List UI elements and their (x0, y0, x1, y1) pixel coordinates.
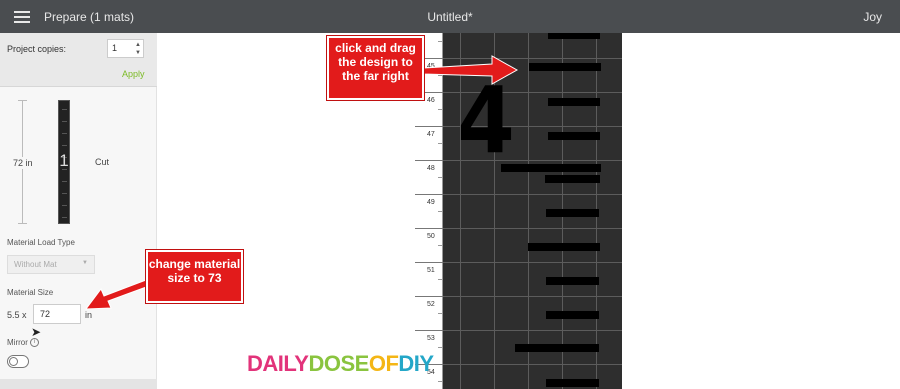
chevron-down-icon: ▼ (82, 260, 88, 266)
material-height-value: 72 (40, 309, 51, 319)
ruler-label: 49 (427, 199, 435, 206)
callout-drag-design: click and drag the design to the far rig… (327, 36, 424, 100)
mouse-cursor-icon: ➤ (31, 325, 42, 339)
load-type-select[interactable]: Without Mat ▼ (7, 255, 95, 274)
sidebar: Project copies: 1 ▲ ▼ Apply 72 in 1 Cut M… (0, 33, 157, 389)
copies-panel: Project copies: 1 ▲ ▼ Apply (0, 33, 157, 87)
load-type-value: Without Mat (14, 260, 57, 269)
toggle-knob (9, 357, 18, 366)
watermark-logo: DAILYDOSEOFDIY (247, 351, 434, 376)
info-icon[interactable]: i (29, 338, 39, 348)
ruler-label: 52 (427, 301, 435, 308)
apply-button[interactable]: Apply (122, 69, 145, 79)
copies-input[interactable]: 1 ▲ ▼ (107, 39, 144, 58)
cut-label: Cut (95, 157, 110, 167)
load-type-label: Material Load Type (7, 238, 75, 247)
top-bar: Prepare (1 mats) Untitled* Joy (0, 0, 900, 33)
copies-stepper-icon[interactable]: ▲ ▼ (135, 41, 141, 57)
user-name[interactable]: Joy (863, 10, 882, 24)
material-width: 5.5 x (7, 310, 27, 320)
copies-value: 1 (112, 43, 118, 53)
material-height-input[interactable]: 72 (33, 304, 81, 324)
ruler-label: 45 (427, 63, 435, 70)
mat-number: 1 (59, 151, 69, 170)
mat-length-label: 72 in (13, 157, 33, 169)
ruler-label: 48 (427, 165, 435, 172)
dimension-cap-bottom (18, 223, 27, 224)
ruler-label: 47 (427, 131, 435, 138)
ruler-label: 53 (427, 335, 435, 342)
document-title: Untitled* (427, 10, 473, 24)
material-unit: in (85, 310, 93, 320)
material-size-label: Material Size (7, 288, 54, 297)
mirror-label: Mirror i (7, 338, 39, 348)
canvas-area[interactable]: 45 46 47 48 49 50 51 52 53 54 4 (157, 33, 900, 389)
mirror-toggle[interactable] (7, 355, 29, 368)
ruler-label: 51 (427, 267, 435, 274)
ruler-label: 50 (427, 233, 435, 240)
callout-change-size: change material size to 73 (146, 250, 243, 303)
mirror-label-text: Mirror (7, 338, 28, 347)
dimension-cap-top (18, 100, 27, 101)
ruler-label: 46 (427, 97, 435, 104)
sidebar-footer (0, 379, 157, 389)
design-number[interactable]: 4 (457, 75, 515, 167)
copies-label: Project copies: (7, 44, 67, 54)
